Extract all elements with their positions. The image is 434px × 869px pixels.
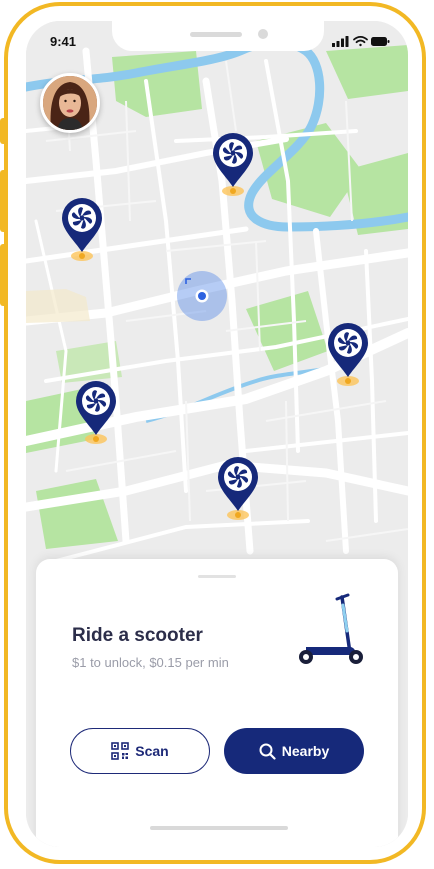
user-avatar[interactable] xyxy=(40,73,100,133)
scooter-illustration xyxy=(299,593,363,664)
side-button xyxy=(0,244,6,306)
sheet-handle[interactable] xyxy=(198,575,236,578)
scan-label: Scan xyxy=(135,743,169,759)
status-bar: 9:41 xyxy=(26,21,408,67)
scan-button[interactable]: Scan xyxy=(70,728,210,774)
qr-code-icon xyxy=(111,742,130,760)
status-icons xyxy=(332,35,390,47)
speaker xyxy=(190,32,242,37)
ride-card: Ride a scooter $1 to unlock, $0.15 per m… xyxy=(36,559,398,847)
notch xyxy=(112,21,324,51)
app-screen: 9:41 Ride a scooter $1 to unlock, $0.15 … xyxy=(26,21,408,847)
wifi-icon xyxy=(353,35,368,47)
signal-icon xyxy=(332,36,349,47)
home-indicator[interactable] xyxy=(150,826,288,830)
nearby-label: Nearby xyxy=(281,743,330,759)
search-icon xyxy=(259,743,276,760)
ride-price: $1 to unlock, $0.15 per min xyxy=(72,655,229,670)
status-time: 9:41 xyxy=(50,34,77,49)
ride-title: Ride a scooter xyxy=(72,625,203,646)
camera xyxy=(258,29,268,39)
side-button xyxy=(0,118,6,144)
avatar-photo xyxy=(43,76,97,130)
side-button xyxy=(0,170,6,232)
battery-icon xyxy=(371,37,390,46)
nearby-button[interactable]: Nearby xyxy=(224,728,364,774)
current-location-icon xyxy=(177,271,227,321)
